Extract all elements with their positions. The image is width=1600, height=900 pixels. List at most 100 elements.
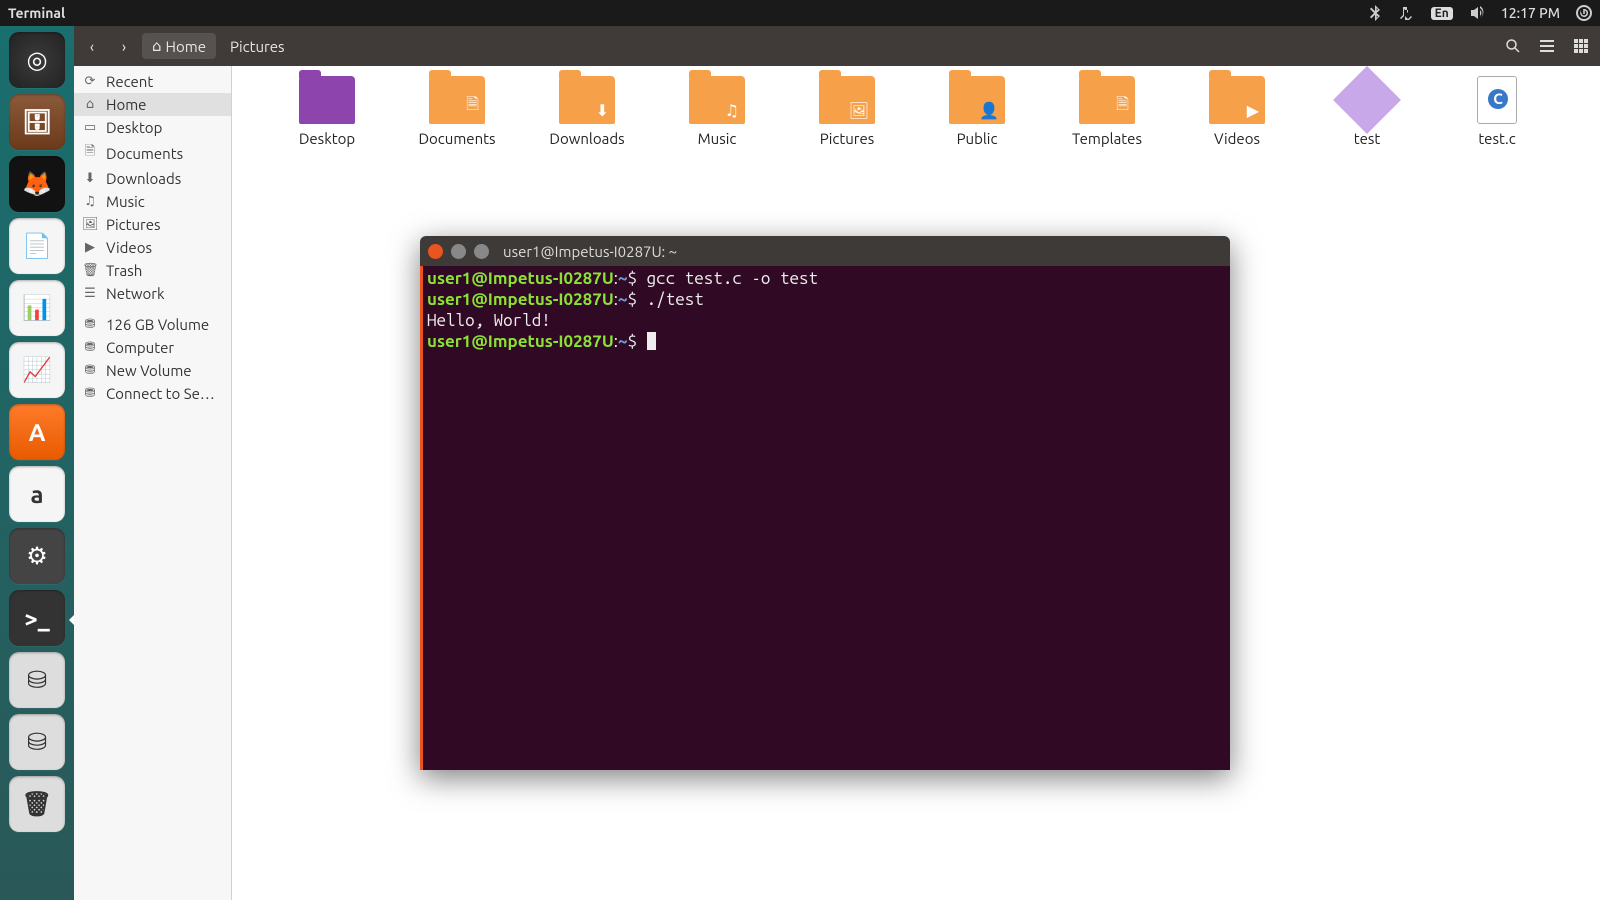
impress-icon[interactable]: 📈: [9, 342, 65, 398]
firefox-icon[interactable]: 🦊: [9, 156, 65, 212]
sidebar-item-computer[interactable]: ⛃ Computer: [74, 336, 231, 359]
place-icon: ▶: [82, 240, 98, 255]
sidebar-item-music[interactable]: ♫Music: [74, 190, 231, 213]
place-label: Videos: [106, 239, 152, 256]
files-icon[interactable]: 🗄: [9, 94, 65, 150]
sidebar-item-new-volume[interactable]: ⛃ New Volume: [74, 359, 231, 382]
sidebar-item-126-gb-volume[interactable]: ⛃ 126 GB Volume: [74, 313, 231, 336]
place-label: 126 GB Volume: [106, 316, 209, 333]
place-label: Desktop: [106, 119, 162, 136]
executable-icon: [1333, 66, 1401, 134]
file-manager-header: ‹ › ⌂ Home Pictures: [74, 26, 1600, 66]
sidebar-item-connect-to-se-[interactable]: ⛃ Connect to Se…: [74, 382, 231, 405]
place-icon: ⛃: [82, 340, 98, 355]
clock-label[interactable]: 12:17 PM: [1493, 5, 1568, 21]
sidebar-item-network[interactable]: ☰Network: [74, 282, 231, 305]
volume-icon[interactable]: [1461, 5, 1493, 21]
grid-item-documents[interactable]: 🗎Documents: [392, 76, 522, 147]
unity-launcher: ◎ 🗄 🦊 📄 📊 📈 Aa ⚙ >_ ⛁ ⛁ 🗑: [0, 26, 74, 900]
place-icon: ⛃: [82, 386, 98, 401]
folder-icon: ▶: [1209, 76, 1265, 124]
settings-icon[interactable]: ⚙: [9, 528, 65, 584]
sidebar-item-documents[interactable]: 🗎 Documents: [74, 139, 231, 167]
place-label: Downloads: [106, 170, 181, 187]
folder-icon: 🖼: [819, 76, 875, 124]
grid-item-music[interactable]: ♫Music: [652, 76, 782, 147]
breadcrumb-pictures-label: Pictures: [230, 38, 285, 55]
folder-icon: ⬇: [559, 76, 615, 124]
terminal-icon[interactable]: >_: [9, 590, 65, 646]
sidebar-item-home[interactable]: ⌂ Home: [74, 93, 231, 116]
terminal-title-label: user1@Impetus-I0287U: ~: [503, 243, 677, 260]
place-label: Network: [106, 285, 165, 302]
sidebar-item-recent[interactable]: ⟳ Recent: [74, 70, 231, 93]
grid-item-label: Documents: [392, 130, 522, 147]
sidebar-item-desktop[interactable]: ▭Desktop: [74, 116, 231, 139]
grid-item-label: Pictures: [782, 130, 912, 147]
grid-item-label: Videos: [1172, 130, 1302, 147]
grid-item-templates[interactable]: 🗎Templates: [1042, 76, 1172, 147]
terminal-body[interactable]: user1@Impetus-I0287U:~$ gcc test.c -o te…: [420, 266, 1230, 770]
place-label: Connect to Se…: [106, 385, 215, 402]
amazon-icon[interactable]: a: [9, 466, 65, 522]
bluetooth-icon[interactable]: [1359, 5, 1391, 21]
home-icon: ⌂: [152, 37, 162, 55]
active-app-label: Terminal: [0, 5, 65, 21]
grid-item-desktop[interactable]: Desktop: [262, 76, 392, 147]
window-minimize-button[interactable]: [451, 244, 466, 259]
place-label: New Volume: [106, 362, 192, 379]
trash-icon[interactable]: 🗑: [9, 776, 65, 832]
grid-item-label: test.c: [1432, 130, 1562, 147]
grid-item-public[interactable]: 👤 Public: [912, 76, 1042, 147]
network-icon[interactable]: [1391, 5, 1423, 21]
folder-icon: ♫: [689, 76, 745, 124]
grid-item-label: Downloads: [522, 130, 652, 147]
nav-forward-button[interactable]: ›: [110, 32, 138, 60]
drive1-icon[interactable]: ⛁: [9, 652, 65, 708]
breadcrumb-home[interactable]: ⌂ Home: [142, 33, 216, 59]
drive2-icon[interactable]: ⛁: [9, 714, 65, 770]
place-label: Recent: [106, 73, 153, 90]
place-icon: ⟳: [82, 74, 98, 89]
calc-icon[interactable]: 📊: [9, 280, 65, 336]
place-icon: 🗎: [82, 142, 98, 164]
sidebar-item-downloads[interactable]: ⬇Downloads: [74, 167, 231, 190]
grid-item-label: Public: [912, 130, 1042, 147]
place-icon: 🗑: [82, 263, 98, 278]
place-icon: ⛃: [82, 363, 98, 378]
place-icon: ⛃: [82, 317, 98, 332]
place-label: Computer: [106, 339, 174, 356]
window-maximize-button[interactable]: [474, 244, 489, 259]
grid-view-button[interactable]: [1566, 31, 1596, 61]
sidebar-item-trash[interactable]: 🗑Trash: [74, 259, 231, 282]
language-indicator[interactable]: En: [1423, 7, 1461, 20]
search-button[interactable]: [1498, 31, 1528, 61]
grid-item-label: Templates: [1042, 130, 1172, 147]
place-icon: 🖼: [82, 217, 98, 232]
place-icon: ⌂: [82, 97, 98, 112]
grid-item-test[interactable]: test: [1302, 76, 1432, 147]
place-label: Documents: [106, 145, 183, 162]
grid-item-test-c[interactable]: test.c: [1432, 76, 1562, 147]
nav-back-button[interactable]: ‹: [78, 32, 106, 60]
window-close-button[interactable]: [428, 244, 443, 259]
place-label: Home: [106, 96, 146, 113]
top-panel: Terminal En 12:17 PM: [0, 0, 1600, 26]
list-view-button[interactable]: [1532, 31, 1562, 61]
c-file-icon: [1477, 76, 1517, 124]
grid-item-pictures[interactable]: 🖼 Pictures: [782, 76, 912, 147]
sidebar-item-videos[interactable]: ▶ Videos: [74, 236, 231, 259]
writer-icon[interactable]: 📄: [9, 218, 65, 274]
software-icon[interactable]: A: [9, 404, 65, 460]
dash-icon[interactable]: ◎: [9, 32, 65, 88]
grid-item-videos[interactable]: ▶ Videos: [1172, 76, 1302, 147]
breadcrumb-pictures[interactable]: Pictures: [220, 34, 295, 59]
power-icon[interactable]: [1568, 5, 1600, 21]
terminal-window[interactable]: user1@Impetus-I0287U: ~ user1@Impetus-I0…: [420, 236, 1230, 770]
sidebar-item-pictures[interactable]: 🖼Pictures: [74, 213, 231, 236]
folder-icon: [299, 76, 355, 124]
folder-icon: 👤: [949, 76, 1005, 124]
place-label: Music: [106, 193, 145, 210]
grid-item-downloads[interactable]: ⬇ Downloads: [522, 76, 652, 147]
terminal-titlebar[interactable]: user1@Impetus-I0287U: ~: [420, 236, 1230, 266]
